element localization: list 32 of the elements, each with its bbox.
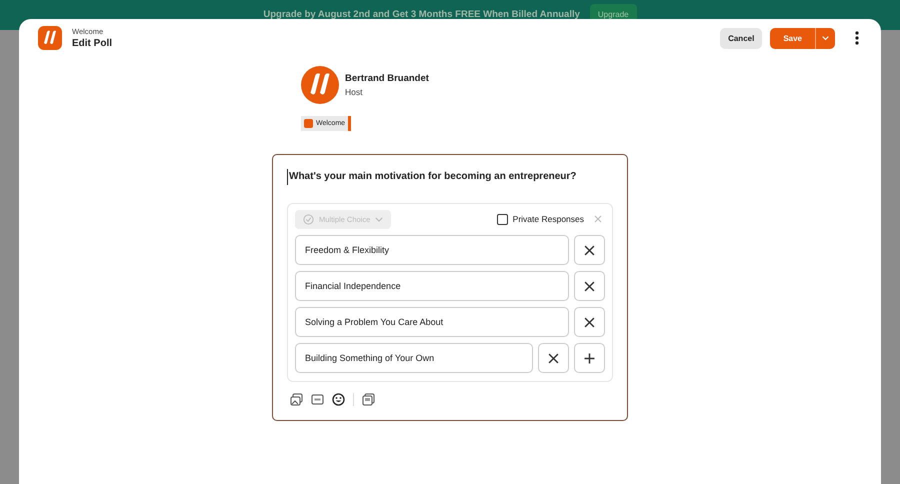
private-responses-label: Private Responses xyxy=(512,214,584,224)
promo-text: Upgrade by August 2nd and Get 3 Months FREE When Billed Annually xyxy=(263,8,580,20)
modal-title: Edit Poll xyxy=(72,38,112,49)
caret-icon xyxy=(375,216,384,222)
option-field[interactable]: Solving a Problem You Care About xyxy=(295,307,569,337)
add-option-button[interactable] xyxy=(574,343,605,373)
gif-icon[interactable] xyxy=(311,393,324,406)
save-options-button[interactable] xyxy=(816,28,835,48)
question-field[interactable]: What's your main motivation for becoming an entrepreneur? xyxy=(287,169,613,185)
close-icon xyxy=(584,316,595,328)
host-avatar xyxy=(301,66,339,104)
remove-option-button[interactable] xyxy=(538,343,569,373)
close-icon xyxy=(548,352,559,364)
checkbox[interactable] xyxy=(496,214,508,224)
option-field[interactable]: Freedom & Flexibility xyxy=(295,235,569,265)
close-icon xyxy=(584,280,595,292)
remove-option-button[interactable] xyxy=(574,307,605,337)
document-icon[interactable] xyxy=(362,393,375,406)
caret-icon xyxy=(822,35,829,41)
host-role: Host xyxy=(345,87,364,97)
save-button[interactable]: Save xyxy=(770,28,816,48)
plus-icon xyxy=(584,352,595,364)
close-icon xyxy=(584,244,595,256)
remove-option-button[interactable] xyxy=(574,235,605,265)
image-icon[interactable] xyxy=(290,393,303,406)
check-circle-icon xyxy=(303,214,314,224)
cancel-button[interactable]: Cancel xyxy=(720,28,762,48)
remove-option-button[interactable] xyxy=(574,271,605,301)
host-name: Bertrand Bruandet xyxy=(345,73,429,84)
option-field[interactable]: Building Something of Your Own xyxy=(295,343,533,373)
emoji-icon[interactable] xyxy=(332,393,345,406)
option-field[interactable]: Financial Independence xyxy=(295,271,569,301)
